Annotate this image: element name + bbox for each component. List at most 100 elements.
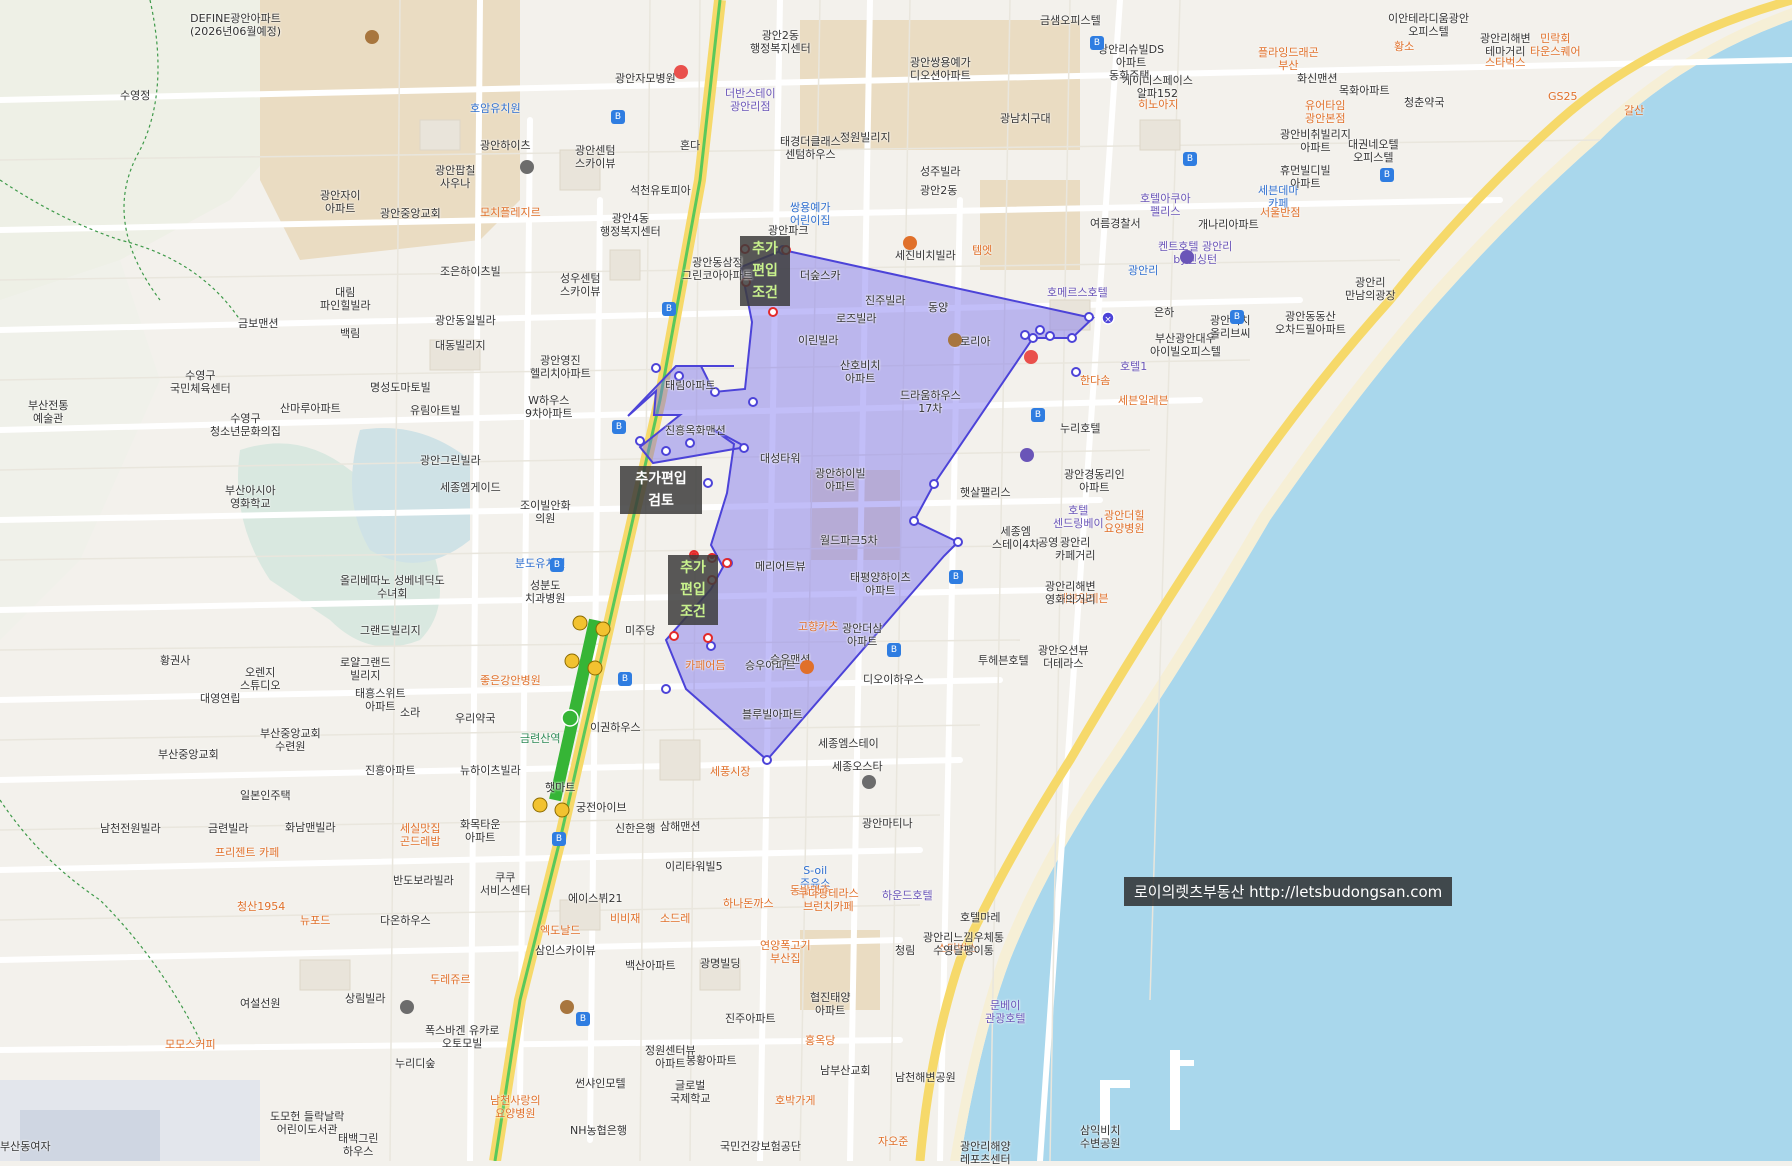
map-label[interactable]: 금보맨션: [238, 317, 278, 330]
map-label[interactable]: 상림빌라: [345, 992, 385, 1005]
map-label[interactable]: 비비재: [610, 912, 640, 925]
map-label[interactable]: 부산아시아 영화학교: [225, 484, 276, 510]
map-label[interactable]: 화남맨빌라: [285, 821, 336, 834]
map-label[interactable]: 대림 파인힐빌라: [320, 286, 371, 312]
map-label[interactable]: 혼다: [680, 139, 700, 152]
map-label[interactable]: 광안비취빌리지 아파트: [1280, 128, 1351, 154]
map-label[interactable]: 광안더힐 요양병원: [1104, 509, 1144, 535]
map-label[interactable]: 태흥스위트 아파트: [355, 687, 406, 713]
map-label[interactable]: 우리약국: [455, 712, 495, 725]
map-label[interactable]: 하나돈까스: [723, 897, 774, 910]
bus-stop-icon[interactable]: B: [1090, 36, 1104, 50]
map-label[interactable]: 세종오스타: [832, 760, 883, 773]
bus-stop-icon[interactable]: B: [618, 672, 632, 686]
map-label[interactable]: 햇살팰리스: [960, 486, 1011, 499]
map-label[interactable]: 세븐일레븐: [1118, 394, 1169, 407]
apartment-icon[interactable]: [948, 333, 962, 347]
map-label[interactable]: 광안마티나: [862, 817, 913, 830]
map-label[interactable]: 금련빌라: [208, 822, 248, 835]
map-label[interactable]: 조이빌안화 의원: [520, 499, 571, 525]
map-label[interactable]: 백산아파트: [625, 959, 676, 972]
map-label[interactable]: 백림: [340, 327, 360, 340]
map-label[interactable]: 광안쌍용예가 디오션아파트: [910, 56, 971, 82]
map-label[interactable]: 수영정: [120, 89, 150, 102]
map-label[interactable]: 소라: [400, 706, 420, 719]
map-label[interactable]: W하우스 9차아파트: [525, 394, 572, 420]
map-label[interactable]: 조은하이츠빌: [440, 265, 501, 278]
map-label[interactable]: 이리타워빌5: [665, 860, 723, 873]
map-label[interactable]: 진주빌라: [865, 294, 905, 307]
map-label[interactable]: 남천전원빌라: [100, 822, 161, 835]
map-label[interactable]: 디오이하우스: [863, 673, 924, 686]
map-label[interactable]: 부산중앙교회: [158, 748, 219, 761]
map-label[interactable]: 이안테라디움광안 오피스텔: [1388, 12, 1469, 38]
map-label[interactable]: 광안하이츠: [480, 139, 531, 152]
map-label[interactable]: 광안4동 행정복지센터: [600, 212, 661, 238]
map-label[interactable]: 화목타운 아파트: [460, 818, 500, 844]
map-label[interactable]: 광안경동리인 아파트: [1064, 468, 1125, 494]
map-label[interactable]: 신한은행: [615, 822, 655, 835]
map-label[interactable]: 광안동삼정 그린코아아파트: [682, 256, 753, 282]
map-label[interactable]: 태경더클래스 센텀하우스: [780, 135, 841, 161]
map-label[interactable]: 오렌지 스튜디오: [240, 666, 280, 692]
map-label[interactable]: 동양: [928, 301, 948, 314]
map-label[interactable]: 광안자모병원: [615, 72, 676, 85]
map-label[interactable]: 더숲스카: [800, 269, 840, 282]
map-label[interactable]: 광안리느낌우체통 수영달팽이통: [923, 931, 1004, 957]
map-label[interactable]: 미주당: [625, 624, 655, 637]
map-label[interactable]: 황소: [1394, 40, 1414, 53]
map-label[interactable]: 이권하우스: [590, 721, 641, 734]
map-label[interactable]: 유림아트빌: [410, 404, 461, 417]
map-label[interactable]: 청림: [895, 944, 915, 957]
map-label[interactable]: 대동빌리지: [435, 339, 486, 352]
map-label[interactable]: 문베이 관광호텔: [985, 999, 1025, 1025]
map-label[interactable]: 자오준: [878, 1135, 908, 1148]
map-label[interactable]: NH농협은행: [570, 1124, 627, 1137]
building-icon[interactable]: [862, 775, 876, 789]
bus-stop-icon[interactable]: B: [550, 558, 564, 572]
map-label[interactable]: 광안팝칠 사우나: [435, 164, 475, 190]
map-label[interactable]: 소드레: [660, 912, 690, 925]
map-label[interactable]: 광안리 카페거리: [1055, 536, 1095, 562]
map-label[interactable]: 협진태양 아파트: [810, 991, 850, 1017]
map-label[interactable]: 대성타워: [760, 452, 800, 465]
map-label[interactable]: 광안리슈빌DS 아파트: [1098, 43, 1164, 69]
building-icon[interactable]: [400, 1000, 414, 1014]
map-label[interactable]: GS25: [1548, 90, 1578, 103]
map-label[interactable]: 광안오션뷰 더테라스: [1038, 644, 1089, 670]
map-label[interactable]: 부산전통 예술관: [28, 399, 68, 425]
bus-stop-icon[interactable]: B: [949, 570, 963, 584]
map-label[interactable]: 호박가게: [775, 1094, 815, 1107]
bus-stop-icon[interactable]: B: [1183, 152, 1197, 166]
map-label[interactable]: 프리젠트 카페: [215, 846, 279, 859]
map-label[interactable]: 휴먼빌디빌 아파트: [1280, 164, 1331, 190]
map-label[interactable]: 플라잉드래곤 부산: [1258, 46, 1319, 72]
map-label[interactable]: 목화아파트: [1339, 84, 1390, 97]
cafe-icon[interactable]: [800, 660, 814, 674]
map-label[interactable]: 일본인주택: [240, 789, 291, 802]
shop-icon[interactable]: [1180, 250, 1194, 264]
bus-stop-icon[interactable]: B: [576, 1012, 590, 1026]
map-label[interactable]: 누리호텔: [1060, 422, 1100, 435]
map-label[interactable]: 고향카츠: [798, 620, 838, 633]
map-label[interactable]: 투헤븐호텔: [978, 654, 1029, 667]
map-label[interactable]: 태평양하이츠 아파트: [850, 571, 911, 597]
map-label[interactable]: 호텔마레: [960, 911, 1000, 924]
map-label[interactable]: 올리베따노 성베네딕도 수녀회: [340, 574, 445, 600]
map-label[interactable]: 남천사랑의 요양병원: [490, 1094, 541, 1120]
map-label[interactable]: 청춘약국: [1404, 96, 1444, 109]
map-label[interactable]: 광명빌딩: [700, 957, 740, 970]
map-label[interactable]: 템엣: [972, 244, 992, 257]
map-label[interactable]: 광안영진 헬리치아파트: [530, 354, 591, 380]
map-label[interactable]: 광안동동산 오차드필아파트: [1275, 310, 1346, 336]
map-label[interactable]: 화신맨션: [1297, 72, 1337, 85]
map-label[interactable]: 여설선원: [240, 997, 280, 1010]
map-label[interactable]: 세실맛집 곤드레밥: [400, 822, 440, 848]
map-label[interactable]: 광안리해변 영화의거리: [1045, 580, 1096, 606]
map-label[interactable]: 명성도마토빌: [370, 381, 431, 394]
map-label[interactable]: 광안중앙교회: [380, 207, 441, 220]
map-label[interactable]: 누리디숲: [395, 1057, 435, 1070]
map-label[interactable]: 광안리해양 레포츠센터: [960, 1140, 1011, 1166]
bus-stop-icon[interactable]: B: [1031, 408, 1045, 422]
bus-stop-icon[interactable]: B: [1230, 310, 1244, 324]
